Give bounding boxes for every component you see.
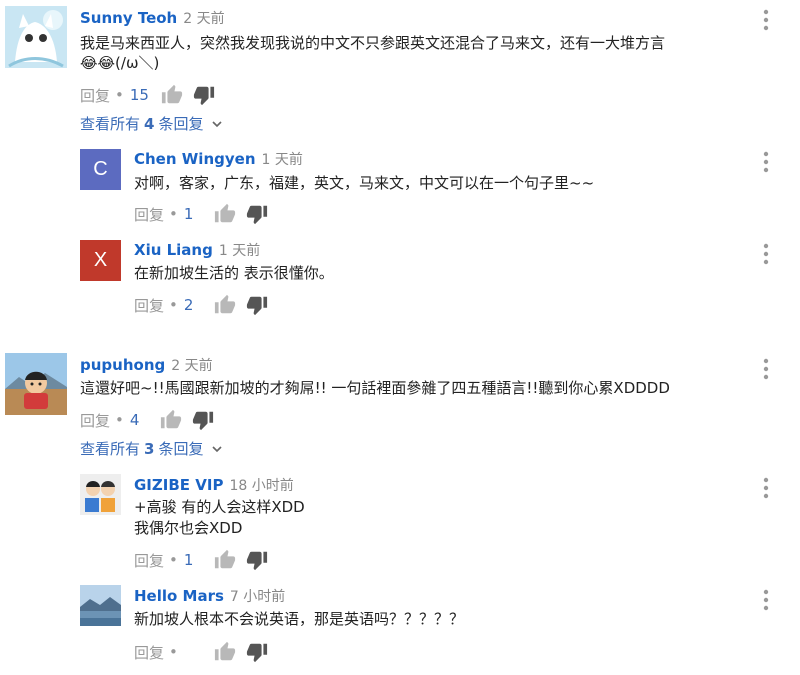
separator-dot: • bbox=[169, 296, 178, 314]
like-count: 1 bbox=[183, 551, 194, 569]
author-name[interactable]: Chen Wingyen bbox=[134, 150, 256, 168]
more-vert-icon[interactable] bbox=[761, 476, 771, 500]
avatar[interactable]: X bbox=[80, 240, 121, 281]
avatar[interactable]: C bbox=[80, 149, 121, 190]
reply-button[interactable]: 回复 bbox=[80, 410, 110, 431]
reply-text: 在新加坡生活的 表示很懂你。 bbox=[134, 264, 334, 282]
reply-button[interactable]: 回复 bbox=[134, 295, 164, 316]
avatar-letter: X bbox=[93, 249, 108, 271]
reply-text: 我偶尔也会XDD bbox=[134, 519, 243, 537]
author-name[interactable]: pupuhong bbox=[80, 356, 165, 374]
avatar[interactable] bbox=[5, 353, 67, 415]
thumbs-up-icon[interactable] bbox=[160, 409, 182, 431]
timestamp: 7 小时前 bbox=[229, 589, 286, 605]
view-replies-link[interactable]: 查看所有 4 条回复 bbox=[80, 113, 225, 134]
thumbs-down-icon[interactable] bbox=[193, 84, 215, 106]
comment-text: 我是马来西亚人，突然我发现我说的中文不只参跟英文还混合了马来文，还有一大堆方言 bbox=[80, 34, 666, 52]
like-count: 1 bbox=[183, 205, 194, 223]
reply-count: 4 bbox=[144, 114, 155, 133]
thumbs-up-icon[interactable] bbox=[214, 549, 236, 571]
comment-text: 😂😂(/ω＼) bbox=[80, 54, 160, 72]
reply-button[interactable]: 回复 bbox=[134, 550, 164, 571]
like-count: 2 bbox=[183, 296, 194, 314]
reply-text: 对啊，客家，广东，福建，英文，马来文，中文可以在一个句子里~~ bbox=[134, 174, 595, 192]
timestamp: 18 小时前 bbox=[229, 478, 294, 494]
reply-button[interactable]: 回复 bbox=[134, 642, 164, 663]
chevron-down-icon bbox=[209, 441, 225, 457]
view-replies-prefix: 查看所有 bbox=[80, 115, 141, 133]
more-vert-icon[interactable] bbox=[761, 588, 771, 612]
view-replies-prefix: 查看所有 bbox=[80, 440, 141, 458]
reply-button[interactable]: 回复 bbox=[134, 204, 164, 225]
thumbs-down-icon[interactable] bbox=[246, 641, 268, 663]
thumbs-down-icon[interactable] bbox=[192, 409, 214, 431]
thumbs-down-icon[interactable] bbox=[246, 203, 268, 225]
view-replies-suffix: 条回复 bbox=[158, 115, 204, 133]
author-name[interactable]: Sunny Teoh bbox=[80, 9, 177, 27]
timestamp: 2 天前 bbox=[183, 11, 225, 27]
thumbs-down-icon[interactable] bbox=[246, 549, 268, 571]
author-name[interactable]: Hello Mars bbox=[134, 587, 224, 605]
timestamp: 1 天前 bbox=[261, 152, 303, 168]
like-count: 15 bbox=[129, 86, 149, 104]
comment-text: 這還好吧~!!馬國跟新加坡的才夠屌!! 一句話裡面參雜了四五種語言!!聽到你心累… bbox=[80, 379, 670, 397]
separator-dot: • bbox=[115, 411, 124, 429]
thumbs-down-icon[interactable] bbox=[246, 294, 268, 316]
more-vert-icon[interactable] bbox=[761, 242, 771, 266]
view-replies-suffix: 条回复 bbox=[158, 440, 204, 458]
avatar-letter: C bbox=[93, 158, 108, 180]
author-name[interactable]: Xiu Liang bbox=[134, 241, 213, 259]
thumbs-up-icon[interactable] bbox=[161, 84, 183, 106]
separator-dot: • bbox=[115, 86, 124, 104]
avatar[interactable] bbox=[80, 474, 121, 515]
timestamp: 2 天前 bbox=[171, 358, 213, 374]
reply-text: +高骏 有的人会这样XDD bbox=[134, 498, 305, 516]
reply-text: 新加坡人根本不会说英语，那是英语吗？？？？？ bbox=[134, 610, 465, 628]
view-replies-link[interactable]: 查看所有 3 条回复 bbox=[80, 438, 225, 459]
separator-dot: • bbox=[169, 205, 178, 223]
thumbs-up-icon[interactable] bbox=[214, 294, 236, 316]
like-count: 4 bbox=[129, 411, 140, 429]
more-vert-icon[interactable] bbox=[761, 8, 771, 32]
avatar[interactable] bbox=[5, 6, 67, 68]
thumbs-up-icon[interactable] bbox=[214, 203, 236, 225]
separator-dot: • bbox=[169, 643, 178, 661]
avatar[interactable] bbox=[80, 585, 121, 626]
timestamp: 1 天前 bbox=[218, 243, 261, 259]
reply-button[interactable]: 回复 bbox=[80, 85, 110, 106]
thumbs-up-icon[interactable] bbox=[214, 641, 236, 663]
more-vert-icon[interactable] bbox=[761, 357, 771, 381]
chevron-down-icon bbox=[209, 116, 225, 132]
reply-count: 3 bbox=[144, 439, 155, 458]
more-vert-icon[interactable] bbox=[761, 150, 771, 174]
separator-dot: • bbox=[169, 551, 178, 569]
author-name[interactable]: GIZIBE VIP bbox=[134, 476, 223, 494]
